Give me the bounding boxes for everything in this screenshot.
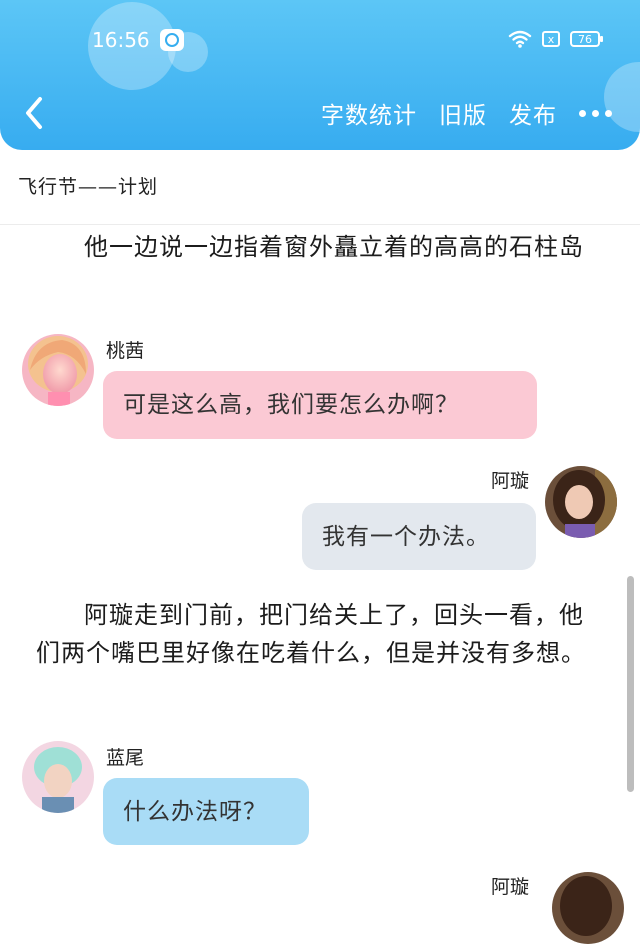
app-notification-icon <box>160 29 184 51</box>
speaker-name: 蓝尾 <box>106 747 145 769</box>
back-chevron-icon[interactable] <box>18 93 52 133</box>
avatar-taoxi[interactable] <box>22 334 94 406</box>
old-version-button[interactable]: 旧版 <box>439 96 487 130</box>
more-options-icon[interactable] <box>579 98 612 128</box>
battery-icon: 76 <box>570 31 603 47</box>
publish-button[interactable]: 发布 <box>509 96 557 130</box>
wifi-icon <box>508 30 532 48</box>
title-divider <box>0 224 640 225</box>
speaker-name: 阿璇 <box>491 470 530 492</box>
speaker-name: 桃茜 <box>106 340 145 362</box>
status-time: 16:56 <box>92 28 150 52</box>
avatar-axuan[interactable] <box>552 872 624 944</box>
scrollbar[interactable] <box>627 576 634 792</box>
word-count-button[interactable]: 字数统计 <box>321 96 417 130</box>
story-paragraph[interactable]: 阿璇走到门前，把门给关上了，回头一看，他们两个嘴巴里好像在吃着什么，但是并没有多… <box>36 596 608 672</box>
sim-card-icon: x <box>542 31 560 47</box>
chat-bubble[interactable]: 我有一个办法。 <box>302 503 536 570</box>
header-actions: 字数统计 旧版 发布 <box>321 96 612 130</box>
avatar-lanwei[interactable] <box>22 741 94 813</box>
story-paragraph[interactable]: 他一边说一边指着窗外矗立着的高高的石柱岛 <box>36 228 608 266</box>
speaker-name: 阿璇 <box>491 876 530 898</box>
top-header: 16:56 x 76 字数统计 旧版 发布 <box>0 0 640 150</box>
chat-bubble[interactable]: 什么办法呀？ <box>103 778 309 845</box>
chat-bubble[interactable]: 可是这么高，我们要怎么办啊？ <box>103 371 537 439</box>
avatar-axuan[interactable] <box>545 466 617 538</box>
document-title[interactable]: 飞行节——计划 <box>18 172 158 199</box>
status-icons: x 76 <box>508 30 603 48</box>
status-bar: 16:56 x 76 <box>0 0 640 80</box>
